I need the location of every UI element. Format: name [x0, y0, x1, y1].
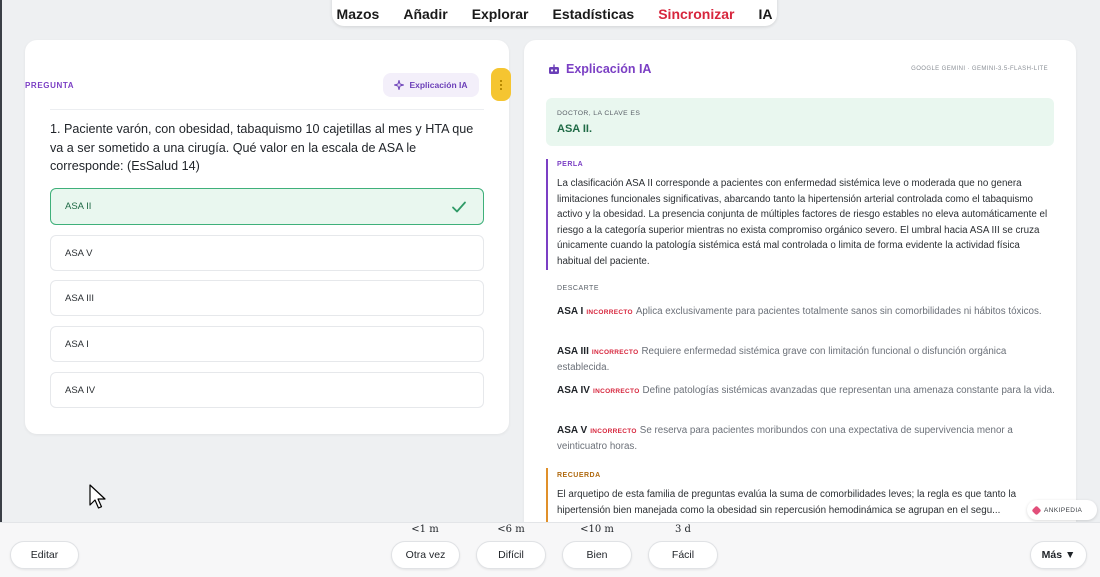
option-label: ASA III: [65, 292, 95, 304]
option-label: ASA IV: [65, 384, 96, 396]
window-edge: [0, 0, 2, 577]
again-button[interactable]: Otra vez: [391, 541, 460, 569]
discard-option: ASA IV: [557, 385, 590, 396]
answer-box: [546, 98, 1054, 146]
option-label: ASA II: [65, 201, 92, 212]
check-icon: [452, 201, 466, 213]
question-label: PREGUNTA: [25, 81, 75, 90]
incorrect-tag: INCORRECTO: [586, 309, 633, 316]
ankipedia-label: ANKIPEDIA: [1044, 506, 1083, 514]
discard-text: Aplica exclusivamente para pacientes tot…: [635, 306, 1042, 317]
option-correct[interactable]: ASA II: [50, 188, 484, 225]
mouse-cursor-icon: [89, 484, 106, 509]
recuerda-text: El arquetipo de esta familia de pregunta…: [557, 489, 1017, 516]
interval-label: 3 d: [675, 524, 691, 535]
edit-button[interactable]: Editar: [10, 541, 79, 569]
option-label: ASA V: [65, 247, 93, 259]
discard-option: ASA III: [557, 346, 589, 357]
discard-text: Define patologías sistémicas avanzadas q…: [642, 385, 1055, 396]
recuerda-label: RECUERDA: [557, 472, 601, 479]
discard-item: ASA V INCORRECTO Se reserva para pacientes…: [557, 423, 1055, 454]
ai-explanation-label: Explicación IA: [409, 80, 468, 90]
nav-ia[interactable]: IA: [746, 1, 784, 22]
discard-item: ASA I INCORRECTO Aplica exclusivamente par…: [557, 304, 1055, 320]
option-item[interactable]: ASA V: [50, 235, 484, 271]
robot-icon: [549, 64, 559, 74]
hard-button[interactable]: Difícil: [476, 541, 546, 569]
discard-item: ASA IV INCORRECTO Define patologías sistém…: [557, 383, 1055, 399]
incorrect-tag: INCORRECTO: [591, 349, 639, 356]
discard-option: ASA I: [557, 306, 584, 317]
good-button[interactable]: Bien: [562, 541, 632, 569]
answer-label: DOCTOR, LA CLAVE ES: [557, 110, 641, 117]
option-item[interactable]: ASA I: [50, 326, 484, 362]
nav-sincronizar[interactable]: Sincronizar: [646, 1, 746, 22]
interval-label: <6 m: [497, 524, 525, 535]
ankipedia-badge[interactable]: ANKIPEDIA: [1027, 500, 1097, 520]
perla-label: PERLA: [557, 161, 584, 168]
top-nav: Mazos Añadir Explorar Estadísticas Sincr…: [332, 0, 777, 26]
perla-accent: [546, 159, 548, 270]
incorrect-tag: INCORRECTO: [592, 388, 640, 395]
incorrect-tag: INCORRECTO: [590, 428, 637, 435]
option-item[interactable]: ASA IV: [50, 372, 484, 408]
explanation-title: Explicación IA: [566, 62, 652, 76]
perla-text: La clasificación ASA II corresponde a pa…: [557, 178, 1048, 267]
drag-handle[interactable]: [491, 68, 511, 101]
recuerda-accent: [546, 468, 548, 528]
sparkle-icon: [394, 80, 405, 90]
bottom-bar: [0, 522, 1100, 577]
descarte-label: DESCARTE: [557, 285, 599, 292]
divider: [50, 109, 484, 110]
nav-estadisticas[interactable]: Estadísticas: [541, 1, 647, 22]
discard-option: ASA V: [557, 425, 588, 436]
nav-explorar[interactable]: Explorar: [460, 1, 541, 22]
discard-item: ASA III INCORRECTO Requiere enfermedad sis…: [557, 344, 1055, 375]
answer-value: ASA II.: [557, 123, 593, 135]
interval-label: <1 m: [411, 524, 439, 535]
question-text: 1. Paciente varón, con obesidad, tabaqui…: [50, 122, 474, 173]
nav-mazos[interactable]: Mazos: [325, 1, 392, 22]
easy-button[interactable]: Fácil: [648, 541, 718, 569]
ai-explanation-button[interactable]: Explicación IA: [383, 73, 479, 97]
grip-icon: [500, 79, 502, 90]
nav-anadir[interactable]: Añadir: [391, 1, 459, 22]
interval-label: <10 m: [580, 524, 614, 535]
option-label: ASA I: [65, 338, 89, 350]
ankipedia-logo-icon: [1031, 505, 1042, 515]
model-label: GOOGLE GEMINI · GEMINI-3.5-FLASH-LITE: [911, 66, 1048, 72]
more-button[interactable]: Más ▼: [1030, 541, 1087, 569]
option-item[interactable]: ASA III: [50, 280, 484, 316]
